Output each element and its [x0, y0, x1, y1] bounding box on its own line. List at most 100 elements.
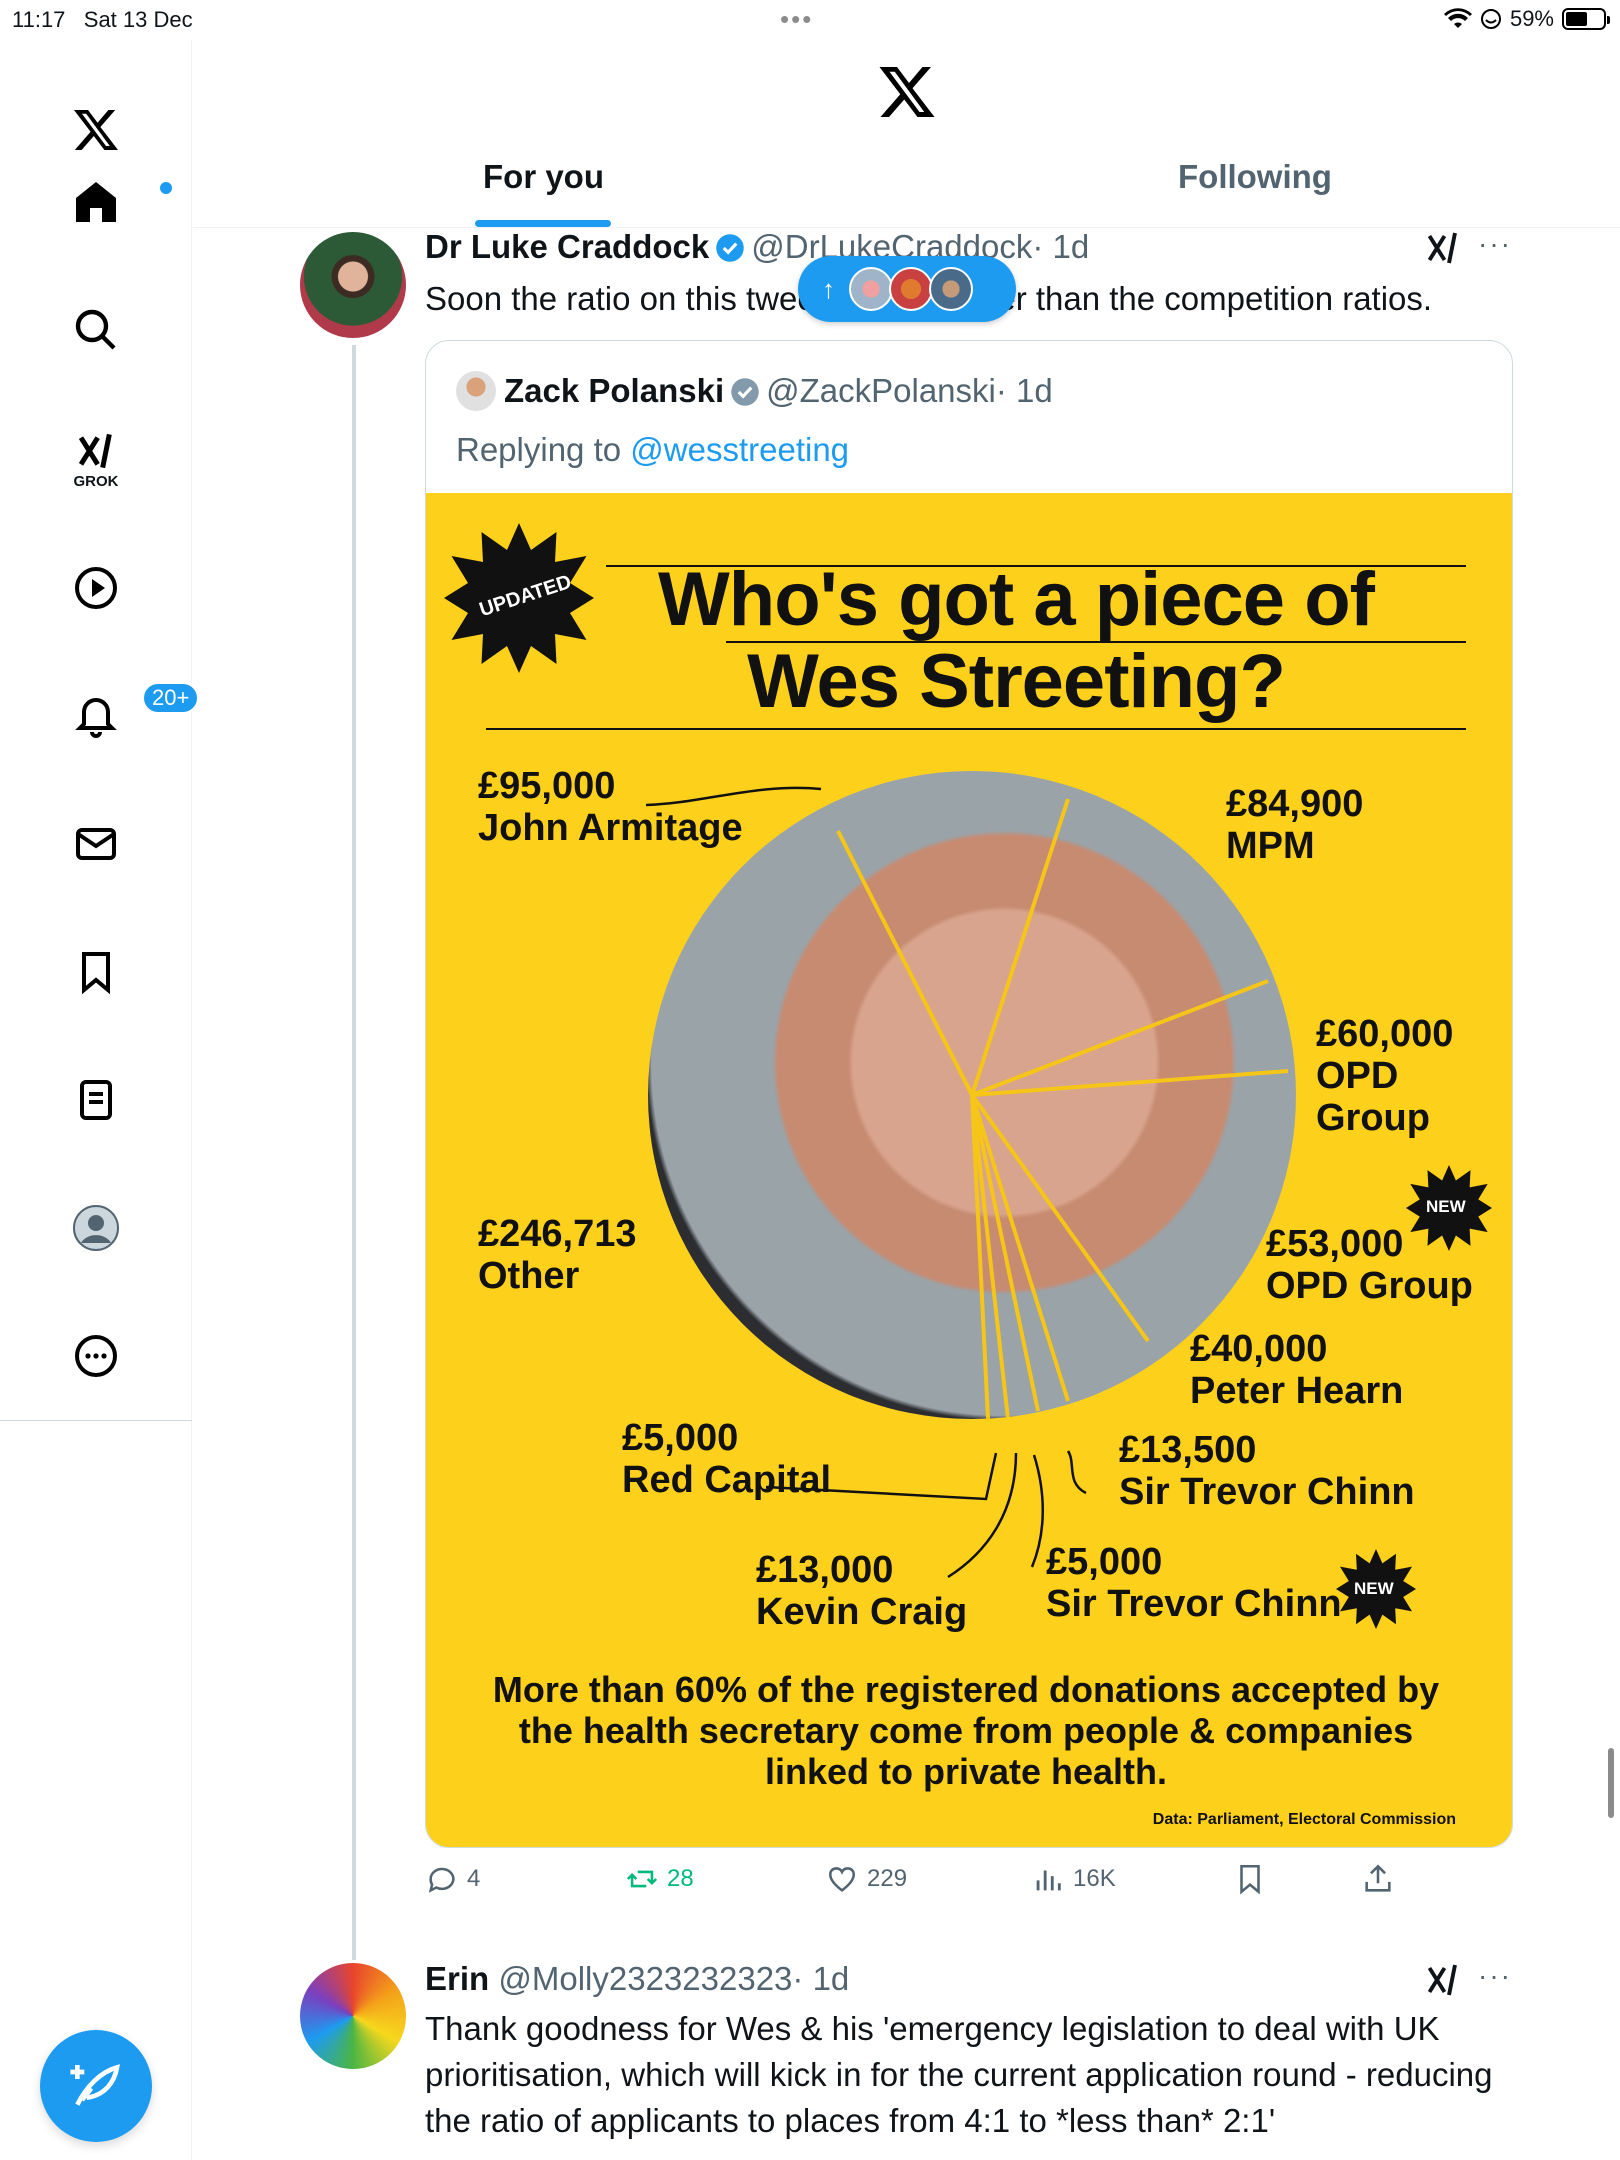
- label-mpm: £84,900 MPM: [1226, 783, 1364, 867]
- label-other: £246,713 Other: [478, 1213, 637, 1297]
- reply-icon: [428, 1867, 455, 1893]
- views-button[interactable]: 16K: [1031, 1862, 1116, 1896]
- status-right: 59%: [1443, 6, 1610, 32]
- thread-connector-line: [352, 345, 356, 1960]
- post-header: Erin @Molly2323232323· 1d: [425, 1960, 849, 1998]
- share-icon: [1365, 1864, 1391, 1892]
- home-unread-dot: [160, 182, 172, 194]
- sidebar-item-notifications[interactable]: 20+: [56, 676, 200, 756]
- author-name[interactable]: Erin: [425, 1960, 489, 1997]
- repost-icon: [626, 1870, 658, 1888]
- avatar[interactable]: [300, 232, 406, 338]
- post-actions: 4 28 229 16K: [425, 1862, 1425, 1912]
- quote-header: Zack Polanski @ZackPolanski· 1d: [456, 371, 1053, 411]
- reply-button[interactable]: 4: [425, 1862, 480, 1896]
- grok-icon: [78, 433, 112, 468]
- pill-avatar-2: [889, 267, 933, 311]
- views-count: 16K: [1073, 1865, 1116, 1892]
- bookmark-icon: [82, 952, 110, 995]
- arrow-up-icon: ↑: [822, 273, 835, 304]
- infographic-source: Data: Parliament, Electoral Commission: [1152, 1811, 1456, 1828]
- notifications-badge: 20+: [142, 682, 200, 714]
- active-tab-indicator: [475, 220, 611, 227]
- label-trevor-chinn-13k: £13,500 Sir Trevor Chinn: [1119, 1429, 1415, 1513]
- sidebar-item-messages[interactable]: [56, 804, 136, 884]
- quote-author-handle: @ZackPolanski: [766, 372, 996, 409]
- profile-avatar-icon: [73, 1205, 119, 1251]
- infographic-image[interactable]: UPDATED Who's got a piece of Wes Streeti…: [426, 493, 1512, 1847]
- new-posts-pill[interactable]: ↑: [798, 256, 1016, 322]
- sidebar-divider: [0, 1420, 192, 1421]
- more-options-icon[interactable]: ···: [1478, 228, 1512, 260]
- bookmark-icon: [1240, 1864, 1260, 1895]
- wifi-icon: [1443, 8, 1472, 29]
- sidebar-item-lists[interactable]: [56, 1060, 136, 1140]
- author-handle[interactable]: @Molly2323232323: [498, 1960, 792, 1997]
- infographic-footer: More than 60% of the registered donation…: [492, 1669, 1440, 1792]
- sidebar-item-more[interactable]: [56, 1316, 136, 1396]
- pill-avatar-1: [849, 267, 893, 311]
- list-icon: [80, 1080, 112, 1120]
- sidebar: GROK 20+: [0, 40, 200, 2160]
- post-text: Thank goodness for Wes & his 'emergency …: [425, 2010, 1493, 2139]
- more-options-icon[interactable]: ···: [1478, 1960, 1512, 1992]
- bell-icon: [75, 698, 117, 738]
- label-john-armitage: £95,000 John Armitage: [478, 765, 743, 849]
- replying-to: Replying to @wesstreeting: [456, 431, 850, 468]
- grok-explain-icon[interactable]: [1425, 230, 1461, 266]
- compose-feather-icon: [70, 2064, 120, 2106]
- verified-badge-icon: [731, 378, 759, 406]
- scrollbar-thumb[interactable]: [1608, 1748, 1614, 1818]
- avatar[interactable]: [300, 1963, 406, 2069]
- compose-post-button[interactable]: [40, 2030, 152, 2142]
- sidebar-item-home[interactable]: [56, 162, 172, 242]
- label-peter-hearn: £40,000 Peter Hearn: [1190, 1328, 1404, 1412]
- quote-avatar: [456, 371, 496, 411]
- multitasking-dots[interactable]: •••: [780, 4, 813, 35]
- more-circle-icon: [75, 1335, 117, 1377]
- label-kevin-craig: £13,000 Kevin Craig: [756, 1549, 968, 1633]
- sidebar-item-profile[interactable]: [56, 1188, 136, 1268]
- bookmark-button[interactable]: [1233, 1862, 1267, 1896]
- play-icon: [75, 567, 117, 609]
- battery-icon: [1562, 8, 1610, 30]
- home-icon: [76, 182, 116, 222]
- replying-to-link[interactable]: @wesstreeting: [630, 431, 849, 468]
- grok-explain-icon[interactable]: [1425, 1962, 1461, 1998]
- sidebar-item-bookmarks[interactable]: [56, 932, 136, 1012]
- tab-for-you[interactable]: For you: [483, 158, 604, 196]
- status-time: 11:17 Sat 13 Dec: [12, 7, 193, 32]
- author-name[interactable]: Dr Luke Craddock: [425, 228, 709, 265]
- x-logo-icon[interactable]: [56, 90, 136, 170]
- mail-icon: [76, 828, 116, 860]
- pill-avatar-3: [929, 267, 973, 311]
- repost-button[interactable]: 28: [625, 1862, 694, 1896]
- new-badge-1: NEW: [1426, 1197, 1466, 1216]
- quote-author-name: Zack Polanski: [504, 372, 725, 409]
- battery-percent: 59%: [1509, 6, 1554, 31]
- heart-icon: [828, 1867, 856, 1892]
- views-chart-icon: [1036, 1870, 1061, 1891]
- verified-badge-icon: [716, 234, 744, 262]
- label-trevor-chinn-5k: £5,000 Sir Trevor Chinn: [1046, 1541, 1342, 1625]
- tab-following[interactable]: Following: [1178, 158, 1332, 196]
- label-opd-group-60k: £60,000 OPD Group: [1316, 1013, 1454, 1139]
- post-time[interactable]: · 1d: [792, 1960, 849, 1997]
- search-icon: [75, 309, 116, 350]
- like-button[interactable]: 229: [825, 1862, 907, 1896]
- like-count: 229: [867, 1865, 908, 1892]
- reply-count: 4: [467, 1865, 481, 1892]
- quote-time: · 1d: [995, 372, 1053, 409]
- sidebar-item-explore[interactable]: [56, 290, 136, 370]
- label-red-capital: £5,000 Red Capital: [622, 1417, 832, 1501]
- timeline-header: For you Following: [193, 40, 1620, 228]
- grok-label: GROK: [73, 472, 119, 490]
- share-button[interactable]: [1361, 1862, 1395, 1896]
- x-logo-icon[interactable]: [877, 62, 937, 122]
- post-time[interactable]: · 1d: [1032, 228, 1089, 265]
- sidebar-item-grok[interactable]: GROK: [56, 420, 136, 500]
- sidebar-item-videos[interactable]: [56, 548, 136, 628]
- focus-smile-icon: [1480, 9, 1501, 29]
- quoted-post[interactable]: Zack Polanski @ZackPolanski· 1d Replying …: [425, 340, 1513, 1848]
- new-badge-2: NEW: [1354, 1579, 1394, 1598]
